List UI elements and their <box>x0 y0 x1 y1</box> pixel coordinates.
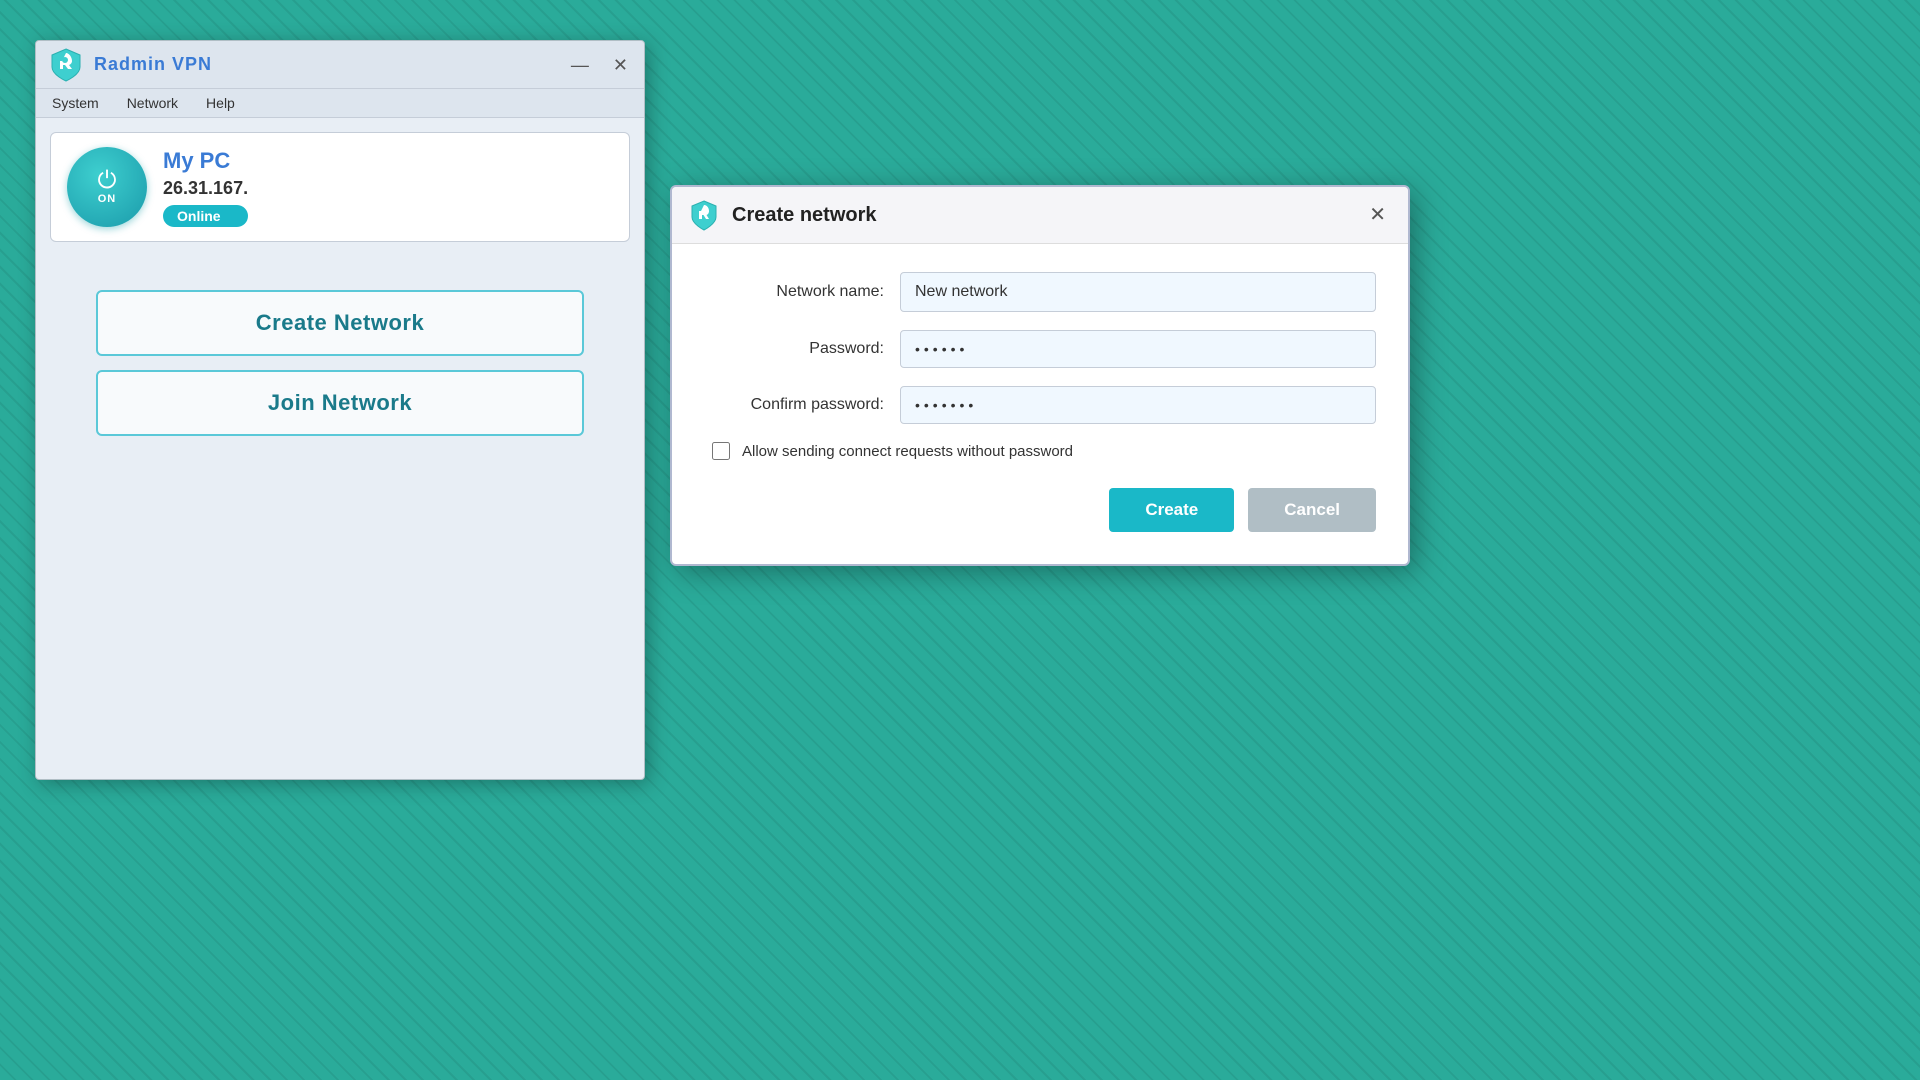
dialog-close-button[interactable]: ✕ <box>1363 203 1392 227</box>
pc-info: My PC 26.31.167. Online <box>163 148 248 227</box>
online-badge: Online <box>163 205 248 227</box>
network-name-row: Network name: <box>704 272 1376 312</box>
dialog-titlebar: Create network ✕ <box>672 187 1408 244</box>
title-radmin: Radmin <box>94 54 166 74</box>
minimize-button[interactable]: — <box>567 54 593 76</box>
dialog-buttons: Create Cancel <box>704 488 1376 532</box>
confirm-password-row: Confirm password: <box>704 386 1376 424</box>
radmin-window: Radmin VPN — ✕ System Network Help ⏻ ON … <box>35 40 645 780</box>
window-title: Radmin VPN <box>94 54 212 75</box>
title-vpn: VPN <box>172 54 212 74</box>
menu-network[interactable]: Network <box>123 93 182 113</box>
allow-no-password-checkbox[interactable] <box>712 442 730 460</box>
menu-system[interactable]: System <box>48 93 103 113</box>
checkbox-row: Allow sending connect requests without p… <box>704 442 1376 460</box>
create-button[interactable]: Create <box>1109 488 1234 532</box>
join-network-button[interactable]: Join Network <box>96 370 584 436</box>
titlebar-controls: — ✕ <box>567 54 632 76</box>
network-name-input[interactable] <box>900 272 1376 312</box>
menu-help[interactable]: Help <box>202 93 239 113</box>
password-row: Password: <box>704 330 1376 368</box>
power-button[interactable]: ⏻ ON <box>67 147 147 227</box>
action-buttons: Create Network Join Network <box>36 260 644 466</box>
checkbox-label[interactable]: Allow sending connect requests without p… <box>742 443 1073 460</box>
power-on-label: ON <box>98 193 117 205</box>
password-label: Password: <box>704 340 884 358</box>
password-input[interactable] <box>900 330 1376 368</box>
pc-card: ⏻ ON My PC 26.31.167. Online <box>50 132 630 242</box>
create-network-dialog: Create network ✕ Network name: Password:… <box>670 185 1410 566</box>
dialog-title: Create network <box>732 204 877 227</box>
dialog-content: Network name: Password: Confirm password… <box>672 244 1408 564</box>
radmin-logo-icon <box>48 47 84 83</box>
confirm-password-input[interactable] <box>900 386 1376 424</box>
dialog-logo-icon <box>688 199 720 231</box>
close-button[interactable]: ✕ <box>609 54 632 76</box>
dialog-title-left: Create network <box>688 199 877 231</box>
titlebar: Radmin VPN — ✕ <box>36 41 644 89</box>
create-network-button[interactable]: Create Network <box>96 290 584 356</box>
pc-ip: 26.31.167. <box>163 178 248 199</box>
pc-name: My PC <box>163 148 248 174</box>
confirm-password-label: Confirm password: <box>704 396 884 414</box>
cancel-button[interactable]: Cancel <box>1248 488 1376 532</box>
menu-bar: System Network Help <box>36 89 644 118</box>
network-name-label: Network name: <box>704 283 884 301</box>
titlebar-left: Radmin VPN <box>48 47 212 83</box>
